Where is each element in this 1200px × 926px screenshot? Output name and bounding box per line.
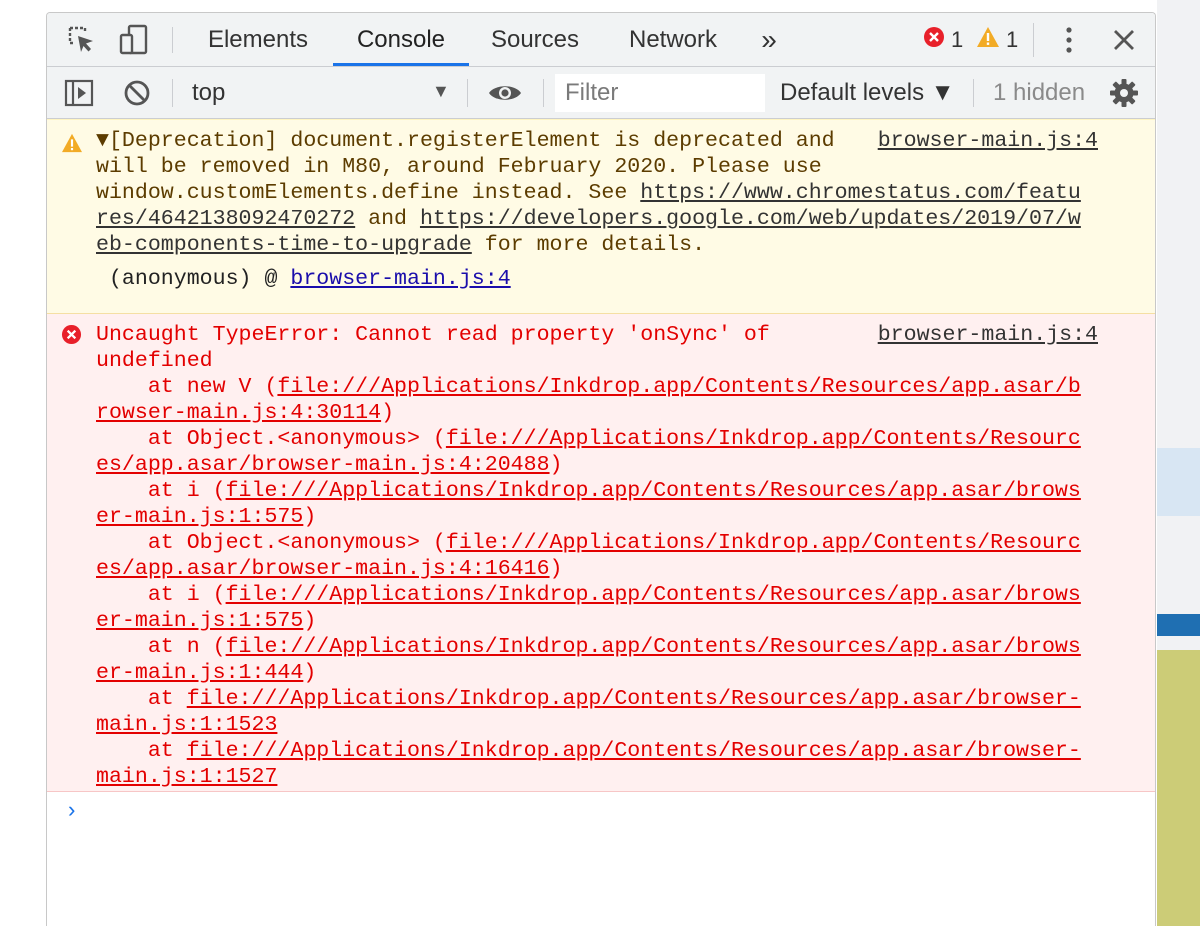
prompt-chevron-icon[interactable]: ›	[65, 799, 78, 824]
error-counter[interactable]: 1	[923, 26, 963, 54]
console-error-message[interactable]: browser-main.js:4 Uncaught TypeError: Ca…	[47, 314, 1155, 792]
warning-count: 1	[1006, 27, 1019, 52]
filter-input[interactable]	[555, 74, 765, 112]
execution-context-select[interactable]: top	[192, 79, 225, 107]
background-page-left	[0, 0, 46, 926]
error-count-icon	[923, 26, 945, 54]
background-block-light-blue	[1157, 448, 1200, 516]
stack-frame-link[interactable]: er-main.js:1:575	[96, 609, 303, 633]
background-block-yellow	[1157, 650, 1200, 926]
device-toolbar-icon[interactable]	[117, 24, 151, 56]
stack-frame-link[interactable]: file:///Applications/Inkdrop.app/Content…	[226, 479, 1081, 503]
stack-frame: at n (	[96, 635, 226, 659]
stack-frame: )	[303, 661, 317, 685]
tab-elements[interactable]: Elements	[195, 13, 321, 66]
tab-separator	[1033, 23, 1034, 57]
tab-more-button[interactable]: »	[747, 13, 791, 66]
stack-frame: at Object.<anonymous> (	[96, 531, 446, 555]
stack-frame-link[interactable]: file:///Applications/Inkdrop.app/Content…	[187, 739, 1081, 763]
stack-frame-link[interactable]: file:///Applications/Inkdrop.app/Content…	[446, 427, 1081, 451]
stack-frame-link[interactable]: rowser-main.js:4:30114	[96, 401, 381, 425]
stack-frame: at i (	[96, 583, 226, 607]
web-components-link[interactable]: https://developers.google.com/web/update…	[420, 207, 1081, 231]
kebab-menu-icon[interactable]	[1059, 25, 1079, 55]
settings-gear-icon[interactable]	[1107, 77, 1141, 109]
stack-frame-link[interactable]: er-main.js:1:575	[96, 505, 303, 529]
stack-frame: )	[303, 505, 317, 529]
stack-frame: at new V (	[96, 375, 278, 399]
error-line: undefined	[96, 349, 213, 373]
stack-frame-link[interactable]: es/app.asar/browser-main.js:4:20488	[96, 453, 550, 477]
warning-line: will be removed in M80, around February …	[96, 155, 822, 179]
warning-counter[interactable]: 1	[976, 26, 1018, 54]
dropdown-arrow-icon[interactable]: ▼	[432, 81, 450, 102]
sidebar-toggle-icon[interactable]	[63, 78, 95, 108]
stack-frame-link[interactable]: file:///Applications/Inkdrop.app/Content…	[226, 635, 1081, 659]
chromestatus-link[interactable]: https://www.chromestatus.com/featu	[640, 181, 1081, 205]
inspect-element-icon[interactable]	[65, 25, 99, 55]
stack-frame: at	[96, 687, 187, 711]
stack-frame: )	[549, 557, 563, 581]
warning-text: ▼[Deprecation] document.registerElement …	[96, 128, 1081, 292]
console-warning-message[interactable]: browser-main.js:4 ▼[Deprecation] documen…	[47, 119, 1155, 314]
toolbar-separator	[973, 79, 974, 107]
warning-line[interactable]: ▼[Deprecation] document.registerElement …	[96, 129, 835, 153]
error-line: Uncaught TypeError: Cannot read property…	[96, 323, 770, 347]
background-block-blue	[1157, 614, 1200, 636]
devtools-window: Elements Console Sources Network » 1 1 t…	[46, 12, 1156, 926]
stack-frame: )	[303, 609, 317, 633]
log-levels-dropdown[interactable]: Default levels ▼	[780, 79, 955, 107]
hidden-messages-count: 1 hidden	[993, 79, 1086, 106]
tab-console[interactable]: Console	[333, 13, 469, 66]
stack-frame-link[interactable]: file:///Applications/Inkdrop.app/Content…	[277, 375, 1080, 399]
stack-frame-link[interactable]: file:///Applications/Inkdrop.app/Content…	[187, 687, 1081, 711]
tab-sources[interactable]: Sources	[479, 13, 591, 66]
warning-line: and	[355, 207, 420, 231]
close-icon[interactable]	[1109, 26, 1139, 54]
stack-frame-link[interactable]: browser-main.js:4	[290, 267, 510, 291]
stack-frame-link[interactable]: main.js:1:1527	[96, 765, 277, 789]
error-icon	[61, 324, 82, 353]
warning-icon	[61, 133, 83, 161]
stack-frame-link[interactable]: file:///Applications/Inkdrop.app/Content…	[226, 583, 1081, 607]
toolbar-separator	[467, 79, 468, 107]
error-text: Uncaught TypeError: Cannot read property…	[96, 322, 1081, 790]
stack-frame-link[interactable]: es/app.asar/browser-main.js:4:16416	[96, 557, 550, 581]
web-components-link[interactable]: eb-components-time-to-upgrade	[96, 233, 472, 257]
stack-frame: at i (	[96, 479, 226, 503]
stack-frame-link[interactable]: er-main.js:1:444	[96, 661, 303, 685]
toolbar-separator	[172, 79, 173, 107]
tab-separator	[172, 27, 173, 53]
chromestatus-link[interactable]: res/4642138092470272	[96, 207, 355, 231]
warning-line: for more details.	[471, 233, 706, 257]
devtools-tab-bar: Elements Console Sources Network » 1 1	[47, 13, 1155, 67]
error-count: 1	[951, 27, 964, 52]
stack-frame: at Object.<anonymous> (	[96, 427, 446, 451]
toolbar-separator	[543, 79, 544, 107]
warning-count-icon	[976, 26, 1000, 54]
live-expression-eye-icon[interactable]	[487, 79, 523, 107]
stack-frame-label: (anonymous) @	[96, 267, 291, 291]
stack-frame-link[interactable]: file:///Applications/Inkdrop.app/Content…	[446, 531, 1081, 555]
console-toolbar: top ▼ Default levels ▼ 1 hidden	[47, 67, 1155, 119]
tab-network[interactable]: Network	[613, 13, 733, 66]
clear-console-icon[interactable]	[121, 78, 153, 108]
stack-frame-link[interactable]: main.js:1:1523	[96, 713, 277, 737]
background-page-right	[1157, 0, 1200, 926]
stack-frame: )	[549, 453, 563, 477]
stack-frame: )	[381, 401, 395, 425]
warning-line: window.customElements.define instead. Se…	[96, 181, 641, 205]
stack-frame: at	[96, 739, 187, 763]
